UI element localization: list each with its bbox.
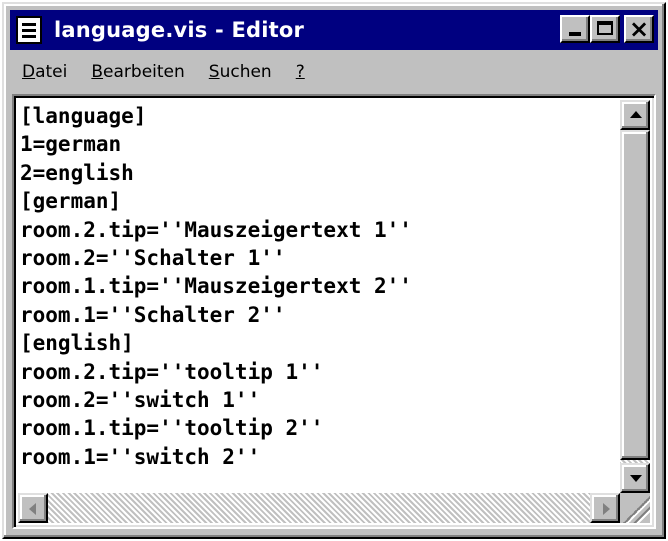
text-line: 1=german — [20, 132, 122, 157]
menu-suchen[interactable]: Suchen — [197, 62, 284, 82]
text-line: room.1.tip=''Mauszeigertext 2'' — [20, 274, 412, 299]
text-line: room.2.tip=''tooltip 1'' — [20, 359, 324, 384]
text-line: room.2=''Schalter 1'' — [20, 246, 286, 271]
arrow-down-icon — [630, 475, 642, 482]
text-content[interactable]: [language] 1=german 2=english [german] r… — [20, 102, 618, 491]
text-line: room.2=''switch 1'' — [20, 388, 261, 413]
menu-help[interactable]: ? — [284, 62, 317, 82]
editor-window: language.vis - Editor × Datei Bearbeiten… — [2, 2, 666, 539]
text-line: room.1=''switch 2'' — [20, 444, 261, 469]
menu-bar: Datei Bearbeiten Suchen ? — [10, 56, 658, 88]
scroll-down-button[interactable] — [620, 463, 650, 493]
minimize-icon — [569, 32, 581, 36]
text-line: [german] — [20, 189, 122, 214]
horizontal-scrollbar[interactable] — [18, 493, 620, 523]
scroll-right-button[interactable] — [590, 493, 620, 523]
menu-datei[interactable]: Datei — [10, 62, 79, 82]
arrow-right-icon — [603, 503, 610, 515]
vertical-scrollbar[interactable] — [620, 100, 650, 493]
window-title: language.vis - Editor — [54, 18, 305, 42]
scroll-up-button[interactable] — [620, 100, 650, 130]
menu-bearbeiten[interactable]: Bearbeiten — [79, 62, 196, 82]
vertical-scroll-thumb[interactable] — [620, 130, 650, 460]
maximize-icon — [597, 21, 613, 35]
close-button[interactable]: × — [624, 15, 654, 43]
text-line: [english] — [20, 331, 134, 356]
title-bar[interactable]: language.vis - Editor × — [10, 10, 658, 50]
text-editor[interactable]: [language] 1=german 2=english [german] r… — [12, 94, 656, 529]
minimize-button[interactable] — [560, 15, 590, 43]
text-line: room.1.tip=''tooltip 2'' — [20, 416, 324, 441]
maximize-button[interactable] — [590, 15, 620, 43]
notepad-icon[interactable] — [16, 16, 42, 44]
arrow-up-icon — [630, 111, 642, 118]
resize-grip-icon[interactable] — [620, 493, 650, 523]
text-line: room.2.tip=''Mauszeigertext 1'' — [20, 217, 412, 242]
arrow-left-icon — [29, 503, 36, 515]
text-line: room.1=''Schalter 2'' — [20, 302, 286, 327]
text-line: [language] — [20, 104, 147, 128]
text-line: 2=english — [20, 160, 134, 185]
close-icon: × — [628, 15, 650, 43]
scroll-left-button[interactable] — [18, 493, 48, 523]
